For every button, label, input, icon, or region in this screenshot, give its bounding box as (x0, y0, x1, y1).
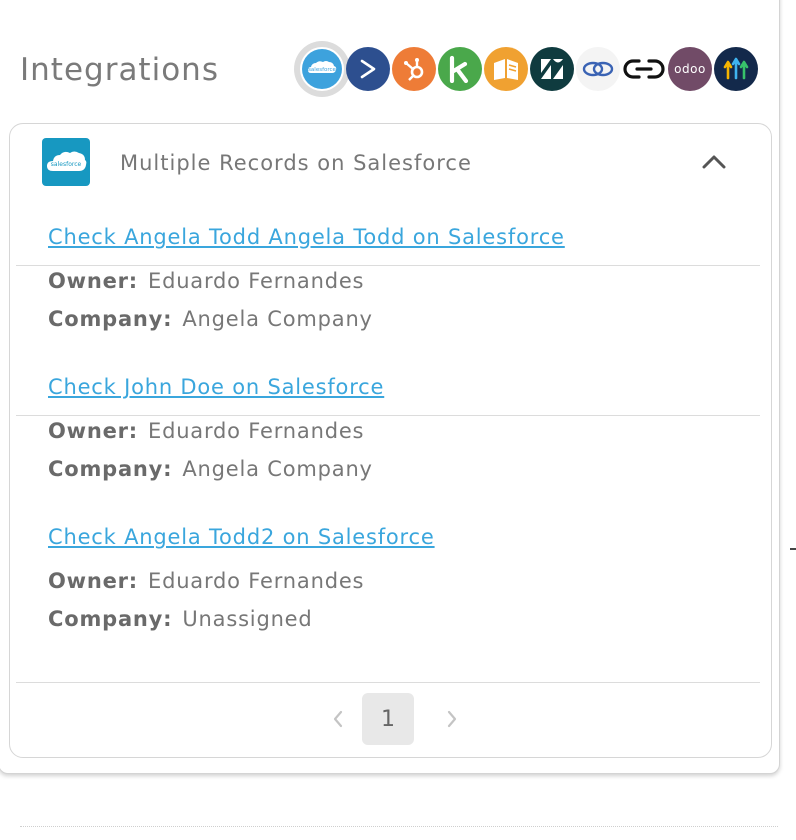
chevron-left-icon (333, 710, 343, 728)
keap-integration-button[interactable] (438, 47, 482, 91)
chain-link-icon (582, 61, 614, 77)
record-item: Check John Doe on Salesforce Owner: Eduar… (16, 265, 760, 481)
zoho-integration-button[interactable] (576, 47, 620, 91)
owner-value: Eduardo Fernandes (148, 569, 365, 593)
previous-page-button[interactable] (328, 709, 348, 729)
odoo-icon: odoo (674, 62, 706, 76)
pipedrive-integration-button[interactable] (346, 47, 390, 91)
hubspot-icon (404, 58, 424, 81)
edge-divider (790, 548, 796, 550)
integrations-title: Integrations (20, 52, 219, 88)
link-integration-button[interactable] (622, 47, 666, 91)
record-item: Check Angela Todd Angela Todd on Salesfo… (16, 115, 760, 331)
current-page-number[interactable]: 1 (362, 693, 414, 745)
hubspot-integration-button[interactable] (392, 47, 436, 91)
salesforce-integration-button[interactable]: salesforce (300, 47, 344, 91)
salesforce-icon: salesforce (302, 49, 342, 89)
bookmark-integration-button[interactable] (484, 47, 528, 91)
dotted-divider (20, 826, 778, 827)
record-link[interactable]: Check Angela Todd Angela Todd on Salesfo… (48, 222, 565, 252)
salesforce-icon-text: salesforce (308, 67, 336, 73)
owner-label: Owner: (48, 569, 138, 593)
zendesk-integration-button[interactable] (530, 47, 574, 91)
pagination: 1 (16, 683, 760, 755)
company-label: Company: (48, 607, 173, 631)
next-page-button[interactable] (442, 709, 462, 729)
record-link[interactable]: Check Angela Todd2 on Salesforce (48, 522, 435, 552)
odoo-integration-button[interactable]: odoo (668, 47, 712, 91)
records-card: salesforce Multiple Records on Salesforc… (9, 123, 772, 758)
owner-row: Owner: Eduardo Fernandes (48, 566, 364, 596)
chevron-right-icon (360, 59, 376, 79)
record-link[interactable]: Check John Doe on Salesforce (48, 372, 384, 402)
record-item: Check Angela Todd2 on Salesforce Owner: E… (16, 415, 760, 683)
open-book-icon (494, 59, 518, 80)
company-value: Unassigned (182, 607, 313, 631)
link-icon (623, 59, 665, 79)
company-row: Company: Unassigned (48, 604, 313, 634)
keap-icon (449, 55, 469, 83)
zendesk-icon (541, 59, 563, 79)
gohighlevel-integration-button[interactable] (714, 47, 758, 91)
arrows-up-icon (723, 57, 749, 80)
chevron-right-icon (447, 710, 457, 728)
